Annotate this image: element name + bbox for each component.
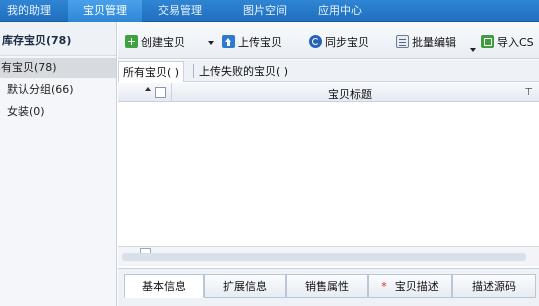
main-toolbar: 创建宝贝 上传宝贝 同步宝贝 批量编辑 导入CS <box>118 22 539 59</box>
tab-item-description-label: 宝贝描述 <box>394 280 439 293</box>
sync-item-label: 同步宝贝 <box>325 36 369 49</box>
create-item-button[interactable]: 创建宝贝 <box>125 34 185 52</box>
batch-edit-button[interactable]: 批量编辑 <box>396 34 456 52</box>
batch-edit-label: 批量编辑 <box>412 36 456 49</box>
sidebar-item-all[interactable]: 有宝贝(78) <box>0 58 116 78</box>
top-nav-bar: 我的助理 宝贝管理 交易管理 图片空间 应用中心 <box>0 0 539 22</box>
nav-tab-assistant[interactable]: 我的助理 <box>0 0 58 22</box>
import-csv-button[interactable]: 导入CS <box>481 34 534 52</box>
tab-sales-attributes[interactable]: 销售属性 <box>286 274 368 298</box>
nav-tab-item-management[interactable]: 宝贝管理 <box>68 0 142 22</box>
upload-item-label: 上传宝贝 <box>238 36 282 49</box>
tab-divider <box>193 64 194 78</box>
nav-tab-trade-management[interactable]: 交易管理 <box>142 0 218 22</box>
tab-description-source[interactable]: 描述源码 <box>452 274 536 298</box>
left-sidebar: 库存宝贝(78) 有宝贝(78) 默认分组(66) 女装(0) <box>0 22 117 306</box>
required-marker: * <box>381 280 387 293</box>
table-header: 宝贝标题 ⊤ <box>118 83 539 102</box>
tab-item-description[interactable]: * 宝贝描述 <box>368 274 452 298</box>
tab-all-items[interactable]: 所有宝贝( ) <box>118 61 185 82</box>
sort-up-icon[interactable] <box>145 87 151 91</box>
create-item-label: 创建宝贝 <box>141 36 185 49</box>
detail-tabs: 基本信息 扩展信息 销售属性 * 宝贝描述 描述源码 <box>118 268 539 306</box>
item-filter-tabs: 所有宝贝( ) 上传失败的宝贝( ) <box>118 60 539 82</box>
tab-basic-info[interactable]: 基本信息 <box>124 274 204 298</box>
edit-list-icon <box>396 35 409 48</box>
sidebar-header: 库存宝贝(78) <box>0 22 116 56</box>
chevron-down-icon[interactable] <box>470 48 476 52</box>
nav-tab-image-space[interactable]: 图片空间 <box>226 0 304 22</box>
tab-extended-info[interactable]: 扩展信息 <box>204 274 286 298</box>
column-header-title[interactable]: 宝贝标题 <box>328 86 372 102</box>
sync-icon <box>309 35 322 48</box>
filter-icon[interactable]: ⊤ <box>524 87 533 98</box>
sidebar-item-default-group[interactable]: 默认分组(66) <box>0 80 116 100</box>
horizontal-scrollbar[interactable] <box>118 246 539 266</box>
upload-item-button[interactable]: 上传宝贝 <box>222 34 282 52</box>
chevron-down-icon[interactable] <box>208 41 214 45</box>
item-grid <box>118 103 539 246</box>
tab-upload-failed[interactable]: 上传失败的宝贝( ) <box>199 61 288 82</box>
scrollbar-thumb[interactable] <box>122 253 526 261</box>
nav-tab-app-center[interactable]: 应用中心 <box>304 0 376 22</box>
upload-arrow-icon <box>222 35 235 48</box>
column-divider <box>171 83 172 102</box>
sync-item-button[interactable]: 同步宝贝 <box>309 34 369 52</box>
import-icon <box>481 35 494 48</box>
import-csv-label: 导入CS <box>497 36 534 49</box>
plus-icon <box>125 35 138 48</box>
select-all-checkbox[interactable] <box>155 87 166 98</box>
sidebar-item-womenswear[interactable]: 女装(0) <box>0 102 116 122</box>
